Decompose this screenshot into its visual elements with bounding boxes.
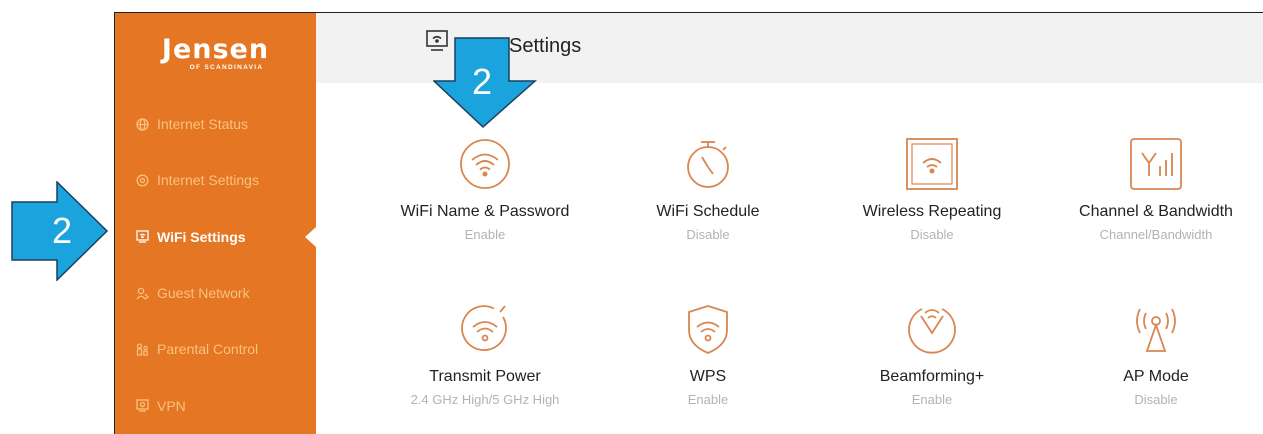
- callout-arrow-down: 2: [432, 37, 537, 129]
- beamforming-card[interactable]: Beamforming+ Enable: [822, 303, 1042, 407]
- sidebar-item-parental-control[interactable]: Parental Control: [115, 321, 316, 377]
- sidebar-item-label: WiFi Settings: [157, 228, 246, 245]
- callout-arrow-right: 2: [11, 180, 111, 282]
- brand-tagline: OF SCANDINAVIA: [189, 64, 264, 71]
- card-label: WiFi Name & Password: [400, 203, 570, 220]
- card-status: Disable: [686, 227, 730, 242]
- family-icon: [136, 343, 149, 356]
- wireless-repeating-card[interactable]: Wireless Repeating Disable: [822, 138, 1042, 242]
- stopwatch-icon: [687, 141, 729, 188]
- sidebar-item-vpn[interactable]: VPN: [115, 377, 316, 433]
- guest-icon: [136, 287, 149, 300]
- wifi-schedule-card[interactable]: WiFi Schedule Disable: [598, 138, 818, 242]
- card-status: Disable: [910, 227, 954, 242]
- sidebar-item-label: Internet Settings: [157, 172, 259, 189]
- active-indicator: [305, 226, 316, 247]
- antenna-icon: [1136, 308, 1176, 352]
- sidebar-item-internet-settings[interactable]: Internet Settings: [115, 152, 316, 208]
- brand-logo[interactable]: Jensen OF SCANDINAVIA: [115, 34, 316, 72]
- transmit-power-card[interactable]: Transmit Power 2.4 GHz High/5 GHz High: [375, 303, 595, 407]
- card-label: Wireless Repeating: [862, 203, 1002, 220]
- sidebar-item-wifi-settings[interactable]: WiFi Settings: [115, 209, 316, 265]
- sidebar-item-label: Internet Status: [157, 116, 249, 133]
- brand-name: Jensen: [161, 34, 270, 65]
- router-admin-window: Jensen OF SCANDINAVIA Internet Status In…: [114, 12, 1263, 434]
- card-label: Transmit Power: [429, 368, 541, 385]
- sidebar-item-label: VPN: [157, 397, 186, 414]
- beamforming-icon: [908, 308, 956, 354]
- sidebar-nav: Internet Status Internet Settings WiFi S…: [115, 96, 316, 434]
- card-status: 2.4 GHz High/5 GHz High: [410, 392, 560, 407]
- settings-icon: [136, 174, 149, 187]
- card-status: Disable: [1134, 392, 1178, 407]
- channel-bandwidth-card[interactable]: Channel & Bandwidth Channel/Bandwidth: [1046, 138, 1263, 242]
- card-label: WPS: [689, 368, 727, 385]
- channel-icon: [1130, 138, 1182, 190]
- callout-number: 2: [472, 61, 493, 102]
- card-label: WiFi Schedule: [656, 203, 760, 220]
- card-label: AP Mode: [1123, 368, 1189, 385]
- card-status: Enable: [464, 227, 506, 242]
- wifi-name-password-card[interactable]: WiFi Name & Password Enable: [375, 138, 595, 242]
- ap-mode-card[interactable]: AP Mode Disable: [1046, 303, 1263, 407]
- card-status: Channel/Bandwidth: [1099, 227, 1213, 242]
- callout-number: 2: [52, 210, 73, 251]
- wps-shield-icon: [688, 305, 728, 354]
- card-status: Enable: [687, 392, 729, 407]
- wifi-circle-icon: [460, 139, 510, 189]
- monitor-wifi-icon: [136, 230, 149, 243]
- sidebar-item-internet-status[interactable]: Internet Status: [115, 96, 316, 152]
- globe-icon: [136, 117, 149, 131]
- vpn-icon: [136, 399, 149, 412]
- sidebar-item-guest-network[interactable]: Guest Network: [115, 265, 316, 321]
- sidebar-item-label: Guest Network: [157, 285, 250, 302]
- card-status: Enable: [911, 392, 953, 407]
- repeater-icon: [906, 138, 958, 190]
- card-label: Beamforming+: [879, 368, 985, 385]
- card-label: Channel & Bandwidth: [1079, 203, 1233, 220]
- sidebar: Jensen OF SCANDINAVIA Internet Status In…: [115, 13, 316, 434]
- wps-card[interactable]: WPS Enable: [598, 303, 818, 407]
- transmit-power-icon: [461, 305, 507, 351]
- sidebar-item-label: Parental Control: [157, 341, 259, 358]
